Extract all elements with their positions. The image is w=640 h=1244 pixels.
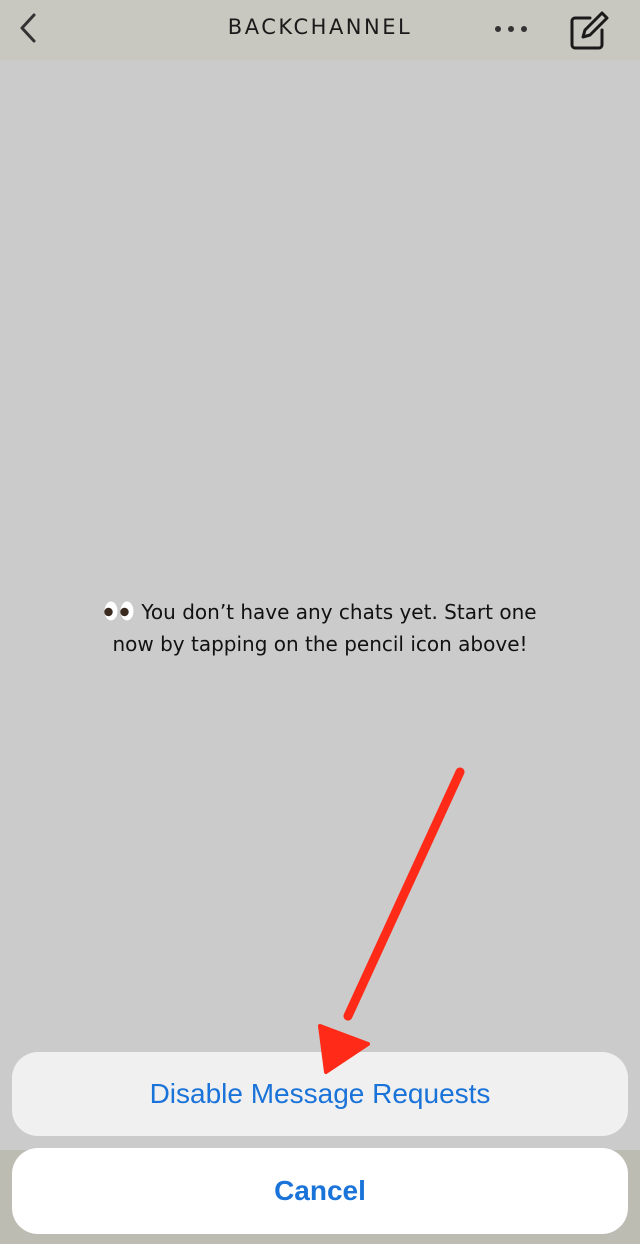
more-options-button[interactable] xyxy=(488,12,534,46)
page-title: BACKCHANNEL xyxy=(227,15,413,39)
disable-message-requests-label: Disable Message Requests xyxy=(149,1078,491,1109)
cancel-label: Cancel xyxy=(274,1175,366,1206)
navigation-bar: BACKCHANNEL xyxy=(0,0,640,60)
ellipsis-icon xyxy=(495,26,527,32)
empty-state-message: You don’t have any chats yet. Start one … xyxy=(100,596,540,660)
cancel-button[interactable]: Cancel xyxy=(12,1148,628,1234)
back-button[interactable] xyxy=(10,8,46,48)
chevron-left-icon xyxy=(20,13,36,43)
eyes-icon xyxy=(103,600,135,622)
empty-state-text: You don’t have any chats yet. Start one … xyxy=(112,600,537,656)
compose-button[interactable] xyxy=(566,8,612,54)
disable-message-requests-button[interactable]: Disable Message Requests xyxy=(12,1052,628,1136)
compose-icon xyxy=(570,11,609,50)
